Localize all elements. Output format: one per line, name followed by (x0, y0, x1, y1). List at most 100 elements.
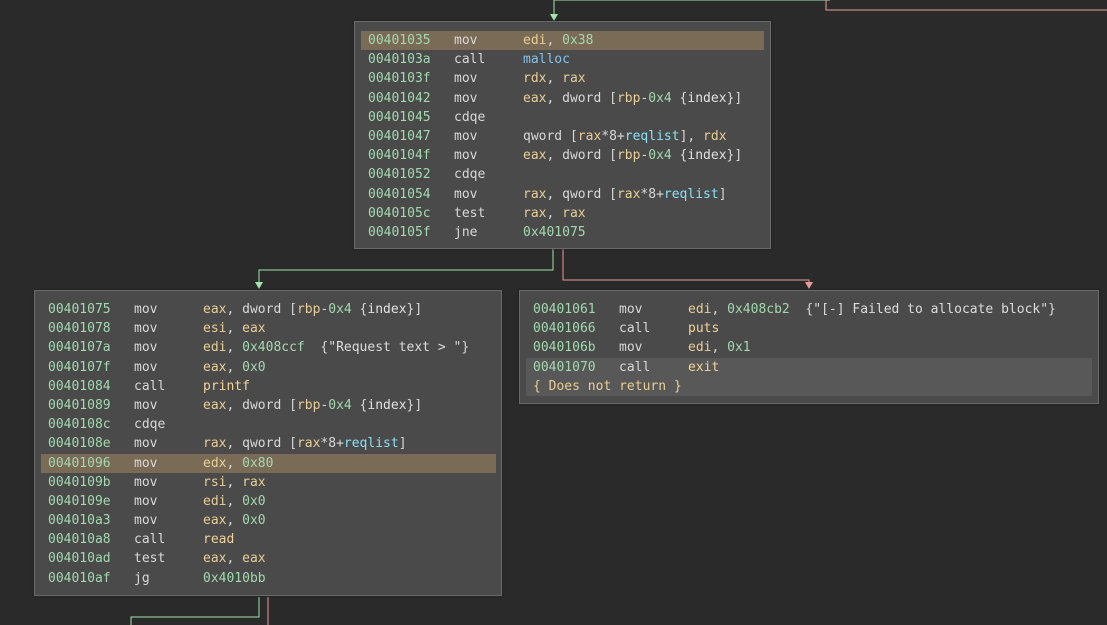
register-operand[interactable]: rbp (617, 91, 640, 106)
register-operand[interactable]: rbp (297, 302, 320, 317)
symbol-reference[interactable]: reqlist (664, 187, 719, 202)
instruction-address[interactable]: 0040105c (368, 204, 431, 223)
instruction-row[interactable]: 00401045 cdqe (361, 108, 764, 127)
register-operand[interactable]: rax (617, 187, 640, 202)
register-operand[interactable]: edi (688, 302, 711, 317)
instruction-address[interactable]: 00401066 (533, 319, 596, 338)
function-reference[interactable]: malloc (523, 52, 570, 67)
instruction-address[interactable]: 0040103a (368, 50, 431, 69)
register-operand[interactable]: rax (242, 475, 265, 490)
instruction-address[interactable]: 00401061 (533, 300, 596, 319)
immediate-operand[interactable]: 0x38 (562, 33, 593, 48)
instruction-row[interactable]: 0040107a mov edi, 0x408ccf {"Request text … (41, 338, 496, 357)
instruction-row[interactable]: 00401042 mov eax, dword [rbp-0x4 {index}] (361, 89, 764, 108)
instruction-row[interactable]: 0040103a call malloc (361, 50, 764, 69)
instruction-address[interactable]: 0040109e (48, 492, 111, 511)
instruction-row[interactable]: 0040105f jne 0x401075 (361, 223, 764, 242)
immediate-operand[interactable]: 0x0 (242, 360, 265, 375)
instruction-address[interactable]: 00401047 (368, 127, 431, 146)
register-operand[interactable]: eax (523, 91, 546, 106)
variable-name[interactable]: index (687, 148, 726, 163)
basic-block-00401061[interactable]: 00401061 mov edi, 0x408cb2 {"[-] Failed to… (519, 290, 1099, 404)
instruction-address[interactable]: 00401078 (48, 319, 111, 338)
register-operand[interactable]: edi (203, 494, 226, 509)
instruction-address[interactable]: 0040107a (48, 338, 111, 357)
instruction-address[interactable]: 00401035 (368, 31, 431, 50)
register-operand[interactable]: eax (203, 551, 226, 566)
instruction-row[interactable]: 0040103f mov rdx, rax (361, 69, 764, 88)
instruction-row[interactable]: 00401078 mov esi, eax (41, 319, 496, 338)
variable-name[interactable]: index (367, 398, 406, 413)
immediate-operand[interactable]: 0x408cb2 (727, 302, 790, 317)
instruction-row[interactable]: 004010af jg 0x4010bb (41, 569, 496, 588)
immediate-operand[interactable]: 0x4 (648, 91, 671, 106)
basic-block-00401035[interactable]: 00401035 mov edi, 0x38 0040103a call malloc 00… (354, 21, 771, 249)
register-operand[interactable]: eax (203, 513, 226, 528)
instruction-address[interactable]: 0040103f (368, 69, 431, 88)
register-operand[interactable]: eax (523, 148, 546, 163)
register-operand[interactable]: rax (562, 206, 585, 221)
register-operand[interactable]: rdx (523, 71, 546, 86)
immediate-operand[interactable]: 0x80 (242, 456, 273, 471)
register-operand[interactable]: rax (562, 71, 585, 86)
instruction-row[interactable]: 004010a3 mov eax, 0x0 (41, 511, 496, 530)
instruction-address[interactable]: 00401042 (368, 89, 431, 108)
instruction-address[interactable]: 00401096 (48, 454, 111, 473)
instruction-row[interactable]: 0040104f mov eax, dword [rbp-0x4 {index}] (361, 146, 764, 165)
instruction-address[interactable]: 0040104f (368, 146, 431, 165)
instruction-address[interactable]: 00401089 (48, 396, 111, 415)
register-operand[interactable]: eax (203, 398, 226, 413)
immediate-operand[interactable]: 0x1 (727, 340, 750, 355)
immediate-operand[interactable]: 0x4 (328, 302, 351, 317)
symbol-reference[interactable]: reqlist (625, 129, 680, 144)
variable-name[interactable]: index (687, 91, 726, 106)
instruction-row[interactable]: 00401061 mov edi, 0x408cb2 {"[-] Failed to… (526, 300, 1092, 319)
instruction-row[interactable]: 004010ad test eax, eax (41, 549, 496, 568)
immediate-operand[interactable]: 0x4 (648, 148, 671, 163)
instruction-address[interactable]: 00401070 (533, 358, 596, 377)
instruction-address[interactable]: 00401075 (48, 300, 111, 319)
instruction-row[interactable]: 00401066 call puts (526, 319, 1092, 338)
register-operand[interactable]: rax (523, 206, 546, 221)
register-operand[interactable]: rsi (203, 475, 226, 490)
instruction-row[interactable]: 00401075 mov eax, dword [rbp-0x4 {index}] (41, 300, 496, 319)
instruction-address[interactable]: 004010ad (48, 549, 111, 568)
register-operand[interactable]: rbp (617, 148, 640, 163)
instruction-address[interactable]: 004010a3 (48, 511, 111, 530)
instruction-row[interactable]: 0040108e mov rax, qword [rax*8+reqlist] (41, 434, 496, 453)
immediate-operand[interactable]: 0x0 (242, 494, 265, 509)
instruction-address[interactable]: 0040108c (48, 415, 111, 434)
instruction-row[interactable]: 00401047 mov qword [rax*8+reqlist], rdx (361, 127, 764, 146)
instruction-row[interactable]: 0040108c cdqe (41, 415, 496, 434)
instruction-row[interactable]: 00401035 mov edi, 0x38 (361, 31, 764, 51)
register-operand[interactable]: rax (523, 187, 546, 202)
function-reference[interactable]: puts (688, 321, 719, 336)
instruction-address[interactable]: 004010af (48, 569, 111, 588)
instruction-address[interactable]: 0040109b (48, 473, 111, 492)
function-reference[interactable]: read (203, 532, 234, 547)
immediate-operand[interactable]: 0x4010bb (203, 571, 266, 586)
immediate-operand[interactable]: 0x408ccf (242, 340, 305, 355)
instruction-row[interactable]: 00401084 call printf (41, 377, 496, 396)
register-operand[interactable]: eax (242, 551, 265, 566)
register-operand[interactable]: rax (297, 436, 320, 451)
function-reference[interactable]: exit (688, 360, 719, 375)
register-operand[interactable]: rbp (297, 398, 320, 413)
instruction-address[interactable]: 004010a8 (48, 530, 111, 549)
register-operand[interactable]: edx (203, 456, 226, 471)
instruction-address[interactable]: 0040106b (533, 338, 596, 357)
register-operand[interactable]: rax (578, 129, 601, 144)
symbol-reference[interactable]: reqlist (344, 436, 399, 451)
register-operand[interactable]: eax (203, 360, 226, 375)
instruction-row[interactable]: 0040105c test rax, rax (361, 204, 764, 223)
basic-block-00401075[interactable]: 00401075 mov eax, dword [rbp-0x4 {index}] 0… (34, 290, 502, 596)
variable-name[interactable]: index (367, 302, 406, 317)
register-operand[interactable]: rax (203, 436, 226, 451)
register-operand[interactable]: rdx (703, 129, 726, 144)
instruction-row[interactable]: 0040106b mov edi, 0x1 (526, 338, 1092, 357)
instruction-row[interactable]: 00401089 mov eax, dword [rbp-0x4 {index}] (41, 396, 496, 415)
instruction-row[interactable]: 0040109b mov rsi, rax (41, 473, 496, 492)
register-operand[interactable]: edi (523, 33, 546, 48)
register-operand[interactable]: eax (242, 321, 265, 336)
register-operand[interactable]: edi (688, 340, 711, 355)
